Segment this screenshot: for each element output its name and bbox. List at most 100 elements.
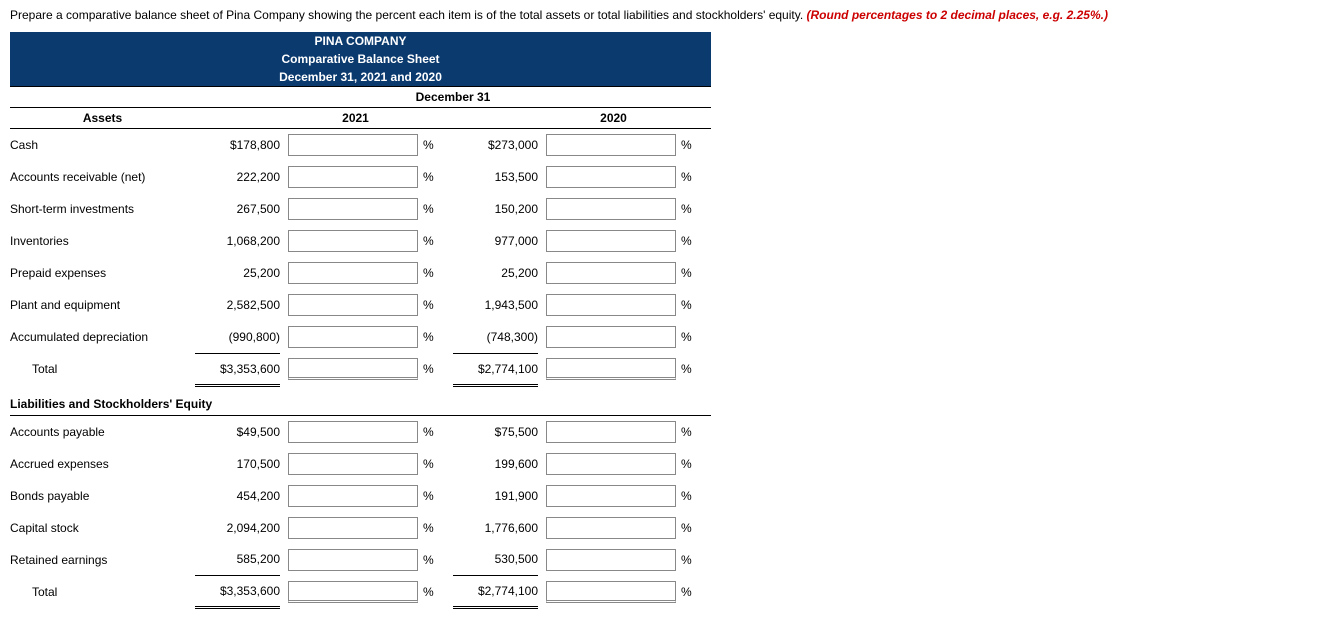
row-label-ar: Accounts receivable (net) (10, 161, 195, 193)
total-assets-pct-2020-input[interactable] (546, 358, 676, 380)
row-label-plant: Plant and equipment (10, 289, 195, 321)
ap-pct-2020-input[interactable] (546, 421, 676, 443)
percent-sign: % (681, 448, 703, 480)
row-label-inv: Inventories (10, 225, 195, 257)
plant-2020: 1,943,500 (453, 289, 538, 321)
plant-pct-2020-input[interactable] (546, 294, 676, 316)
bonds-pct-2021-input[interactable] (288, 485, 418, 507)
row-label-cash: Cash (10, 129, 195, 162)
accdep-2021: (990,800) (195, 321, 280, 353)
accdep-pct-2021-input[interactable] (288, 326, 418, 348)
percent-sign: % (681, 193, 703, 225)
bonds-2021: 454,200 (195, 480, 280, 512)
company-name: PINA COMPANY (10, 32, 711, 50)
retained-2021: 585,200 (195, 544, 280, 576)
cash-2021: $178,800 (195, 129, 280, 162)
ap-2021: $49,500 (195, 415, 280, 448)
cash-pct-2020-input[interactable] (546, 134, 676, 156)
total-assets-2021: $3,353,600 (195, 353, 280, 385)
ap-pct-2021-input[interactable] (288, 421, 418, 443)
row-label-retained: Retained earnings (10, 544, 195, 576)
percent-sign: % (681, 544, 703, 576)
period-label: December 31 (195, 87, 711, 108)
percent-sign: % (681, 353, 703, 385)
stinv-2020: 150,200 (453, 193, 538, 225)
stinv-pct-2021-input[interactable] (288, 198, 418, 220)
percent-sign: % (423, 576, 445, 608)
accrued-2020: 199,600 (453, 448, 538, 480)
accdep-pct-2020-input[interactable] (546, 326, 676, 348)
inv-pct-2020-input[interactable] (546, 230, 676, 252)
percent-sign: % (681, 321, 703, 353)
percent-sign: % (681, 480, 703, 512)
cash-2020: $273,000 (453, 129, 538, 162)
prepaid-pct-2020-input[interactable] (546, 262, 676, 284)
row-label-stinv: Short-term investments (10, 193, 195, 225)
total-liab-2021: $3,353,600 (195, 576, 280, 608)
total-assets-pct-2021-input[interactable] (288, 358, 418, 380)
cash-pct-2021-input[interactable] (288, 134, 418, 156)
total-liab-2020: $2,774,100 (453, 576, 538, 608)
percent-sign: % (423, 480, 445, 512)
retained-pct-2021-input[interactable] (288, 549, 418, 571)
ar-pct-2021-input[interactable] (288, 166, 418, 188)
accrued-pct-2020-input[interactable] (546, 453, 676, 475)
percent-sign: % (423, 129, 445, 162)
inv-2020: 977,000 (453, 225, 538, 257)
percent-sign: % (681, 415, 703, 448)
percent-sign: % (423, 289, 445, 321)
retained-2020: 530,500 (453, 544, 538, 576)
bonds-pct-2020-input[interactable] (546, 485, 676, 507)
instruction-hint: (Round percentages to 2 decimal places, … (807, 8, 1108, 22)
plant-pct-2021-input[interactable] (288, 294, 418, 316)
balance-sheet-table: PINA COMPANY Comparative Balance Sheet D… (10, 32, 711, 609)
percent-sign: % (681, 225, 703, 257)
ar-2021: 222,200 (195, 161, 280, 193)
percent-sign: % (423, 161, 445, 193)
total-assets-2020: $2,774,100 (453, 353, 538, 385)
row-label-ap: Accounts payable (10, 415, 195, 448)
percent-sign: % (681, 289, 703, 321)
percent-sign: % (681, 257, 703, 289)
row-label-total-assets: Total (10, 353, 195, 385)
inv-pct-2021-input[interactable] (288, 230, 418, 252)
prepaid-pct-2021-input[interactable] (288, 262, 418, 284)
retained-pct-2020-input[interactable] (546, 549, 676, 571)
prepaid-2020: 25,200 (453, 257, 538, 289)
assets-section-header: Assets (10, 108, 195, 129)
percent-sign: % (423, 512, 445, 544)
accrued-pct-2021-input[interactable] (288, 453, 418, 475)
stinv-2021: 267,500 (195, 193, 280, 225)
capital-2021: 2,094,200 (195, 512, 280, 544)
stinv-pct-2020-input[interactable] (546, 198, 676, 220)
percent-sign: % (423, 544, 445, 576)
bonds-2020: 191,900 (453, 480, 538, 512)
percent-sign: % (681, 129, 703, 162)
report-title: Comparative Balance Sheet (10, 50, 711, 68)
plant-2021: 2,582,500 (195, 289, 280, 321)
year-2021-header: 2021 (288, 108, 423, 129)
percent-sign: % (423, 448, 445, 480)
percent-sign: % (681, 576, 703, 608)
percent-sign: % (423, 321, 445, 353)
total-liab-pct-2021-input[interactable] (288, 581, 418, 603)
percent-sign: % (423, 353, 445, 385)
percent-sign: % (423, 193, 445, 225)
year-2020-header: 2020 (546, 108, 681, 129)
accdep-2020: (748,300) (453, 321, 538, 353)
percent-sign: % (681, 161, 703, 193)
prepaid-2021: 25,200 (195, 257, 280, 289)
row-label-prepaid: Prepaid expenses (10, 257, 195, 289)
ar-2020: 153,500 (453, 161, 538, 193)
row-label-accrued: Accrued expenses (10, 448, 195, 480)
inv-2021: 1,068,200 (195, 225, 280, 257)
instruction-text: Prepare a comparative balance sheet of P… (10, 8, 1325, 22)
row-label-bonds: Bonds payable (10, 480, 195, 512)
row-label-accdep: Accumulated depreciation (10, 321, 195, 353)
row-label-total-liab: Total (10, 576, 195, 608)
percent-sign: % (423, 225, 445, 257)
percent-sign: % (423, 257, 445, 289)
report-dateline: December 31, 2021 and 2020 (10, 68, 711, 87)
ar-pct-2020-input[interactable] (546, 166, 676, 188)
total-liab-pct-2020-input[interactable] (546, 581, 676, 603)
